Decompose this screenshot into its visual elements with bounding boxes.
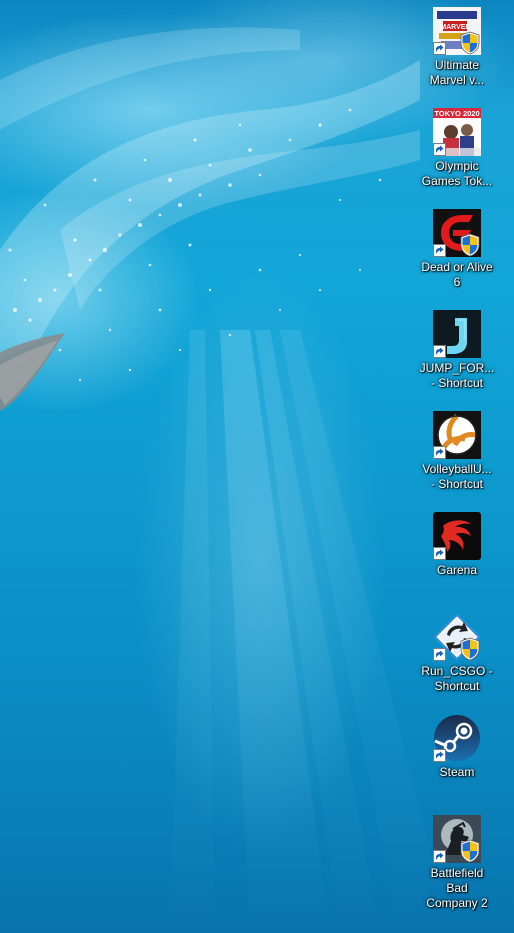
desktop-icon-dead-or-alive[interactable]: Dead or Alive 6	[415, 209, 499, 290]
desktop-icon-garena[interactable]: Garena	[415, 512, 499, 578]
run-csgo-icon	[433, 613, 481, 661]
battlefield-icon	[433, 815, 481, 863]
shortcut-arrow-icon	[433, 446, 446, 459]
desktop-icon-label: Run_CSGO - Shortcut	[421, 664, 493, 693]
shortcut-arrow-icon	[433, 850, 446, 863]
desktop-icon-label: Dead or Alive 6	[421, 260, 493, 289]
uac-shield-icon	[460, 233, 480, 257]
desktop-icon-label: Garena	[436, 563, 478, 577]
desktop-icon-run-csgo[interactable]: Run_CSGO - Shortcut	[415, 613, 499, 694]
uac-shield-icon	[460, 31, 480, 55]
shortcut-arrow-icon	[433, 244, 446, 257]
shortcut-arrow-icon	[433, 42, 446, 55]
jump-force-icon	[433, 310, 481, 358]
shortcut-arrow-icon	[433, 143, 446, 156]
desktop-icon-steam[interactable]: Steam	[415, 714, 499, 780]
desktop-icon-olympic-games[interactable]: TOKYO 2020 Olympic Games Tok...	[415, 108, 499, 189]
uac-shield-icon	[460, 839, 480, 863]
desktop-icon-ultimate-marvel[interactable]: MARVEL Ultimate Marvel v...	[415, 7, 499, 88]
wallpaper-fish-tail	[0, 333, 65, 411]
dead-or-alive-icon	[433, 209, 481, 257]
volleyball-icon	[433, 411, 481, 459]
desktop-icon-label: Steam	[439, 765, 475, 779]
ultimate-marvel-icon: MARVEL	[433, 7, 481, 55]
desktop-icon-label: VolleyballU... - Shortcut	[422, 462, 492, 491]
desktop-icon-label: Ultimate Marvel v...	[429, 58, 485, 87]
shortcut-arrow-icon	[433, 345, 446, 358]
svg-text:MARVEL: MARVEL	[440, 24, 470, 31]
olympic-badge-text: TOKYO 2020	[434, 109, 479, 118]
shortcut-arrow-icon	[433, 547, 446, 560]
shortcut-arrow-icon	[433, 648, 446, 661]
desktop-icon-label: Olympic Games Tok...	[421, 159, 493, 188]
olympic-games-icon: TOKYO 2020	[433, 108, 481, 156]
steam-icon	[433, 714, 481, 762]
desktop[interactable]: MARVEL Ultimate Marvel v... TOKYO 2020 O…	[0, 0, 514, 933]
uac-shield-icon	[460, 637, 480, 661]
shortcut-arrow-icon	[433, 749, 446, 762]
garena-icon	[433, 512, 481, 560]
desktop-icon-battlefield[interactable]: Battlefield Bad Company 2	[415, 815, 499, 911]
desktop-icon-label: JUMP_FOR... - Shortcut	[419, 361, 495, 390]
desktop-icon-volleyball[interactable]: VolleyballU... - Shortcut	[415, 411, 499, 492]
desktop-icon-label: Battlefield Bad Company 2	[426, 866, 488, 910]
desktop-icon-jump-force[interactable]: JUMP_FOR... - Shortcut	[415, 310, 499, 391]
